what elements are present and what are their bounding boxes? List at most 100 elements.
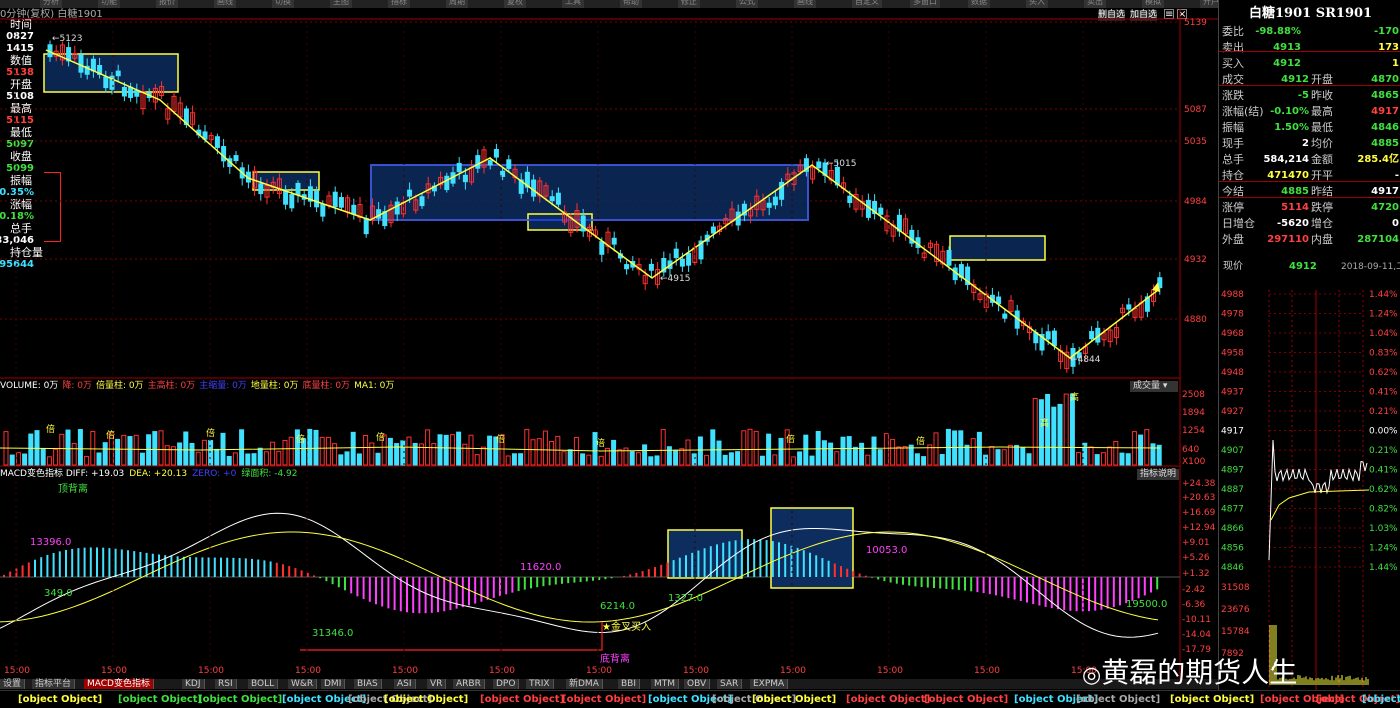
indicator-explain-button[interactable]: 指标说明 xyxy=(1137,469,1180,480)
quote-value: 297110 xyxy=(1267,234,1309,245)
volume-bar xyxy=(77,429,83,466)
volume-legend-item: 倍量柱: 0万 xyxy=(95,381,144,391)
tab-trix[interactable]: TRIX xyxy=(526,679,554,689)
volume-bar xyxy=(468,434,474,466)
mini-vol-tick: 31508 xyxy=(1221,583,1250,593)
volume-bar xyxy=(375,452,381,466)
x-tick-label: 15:00 xyxy=(392,666,418,676)
x-tick-label: 15:00 xyxy=(295,666,321,676)
volume-bar xyxy=(34,430,40,466)
candle xyxy=(314,190,320,208)
volume-bar xyxy=(232,452,238,466)
volume-bar xyxy=(257,447,263,466)
candle xyxy=(134,89,140,97)
volume-bar xyxy=(133,434,139,466)
volume-bar xyxy=(753,430,759,466)
tab-mtm[interactable]: MTM xyxy=(651,679,680,689)
volume-bar xyxy=(363,435,369,466)
mini-pct-tick: 1.44% xyxy=(1369,563,1398,573)
tab-指标平台[interactable]: 指标平台 xyxy=(32,679,76,689)
candle xyxy=(444,175,450,191)
quote-label: 总手 xyxy=(1222,153,1244,166)
x-tick-label: 15:00 xyxy=(974,666,1000,676)
tab-设置[interactable]: 设置 xyxy=(0,679,26,689)
tab-asi[interactable]: ASI xyxy=(394,679,416,689)
mini-pct-tick: 1.24% xyxy=(1369,310,1398,320)
candle xyxy=(648,263,654,271)
quote-value: -170 xyxy=(1373,26,1399,37)
volume-bar xyxy=(1032,397,1038,466)
macd-y-tick: -2.42 xyxy=(1182,585,1205,595)
volume-bar xyxy=(177,442,183,466)
macd-label: 19500.0 xyxy=(1126,599,1167,610)
candle xyxy=(487,160,493,166)
watermark-text: 黄磊的期货人生 xyxy=(1101,656,1298,689)
volume-mark-label: 倍 xyxy=(376,431,385,443)
extreme-price-label: ←4844 xyxy=(1070,355,1101,365)
volume-bar xyxy=(96,452,102,466)
candle xyxy=(946,249,952,266)
volume-indicator-select[interactable]: 成交量 ▾ xyxy=(1130,381,1178,392)
tab-dmi[interactable]: DMI xyxy=(321,679,346,689)
tab-bbi[interactable]: BBI xyxy=(618,679,641,689)
quote-label: 现手 xyxy=(1222,137,1244,150)
volume-bar xyxy=(580,453,586,466)
volume-bar xyxy=(84,455,90,466)
volume-bar xyxy=(865,454,871,466)
macd-legend-item: DEA: +20.13 xyxy=(129,469,188,479)
volume-mark-label: 倍 xyxy=(46,423,55,435)
macd-label: 6214.0 xyxy=(600,601,635,612)
tab-新dma[interactable]: 新DMA xyxy=(566,679,603,689)
tab-boll[interactable]: BOLL xyxy=(248,679,279,689)
volume-legend-item: MA1: 0万 xyxy=(354,381,395,391)
macd-y-tick: +5.26 xyxy=(1182,553,1210,563)
tab-w&r[interactable]: W&R xyxy=(288,679,318,689)
volume-y-tick: 1894 xyxy=(1182,408,1205,418)
mini-y-tick: 4958 xyxy=(1221,349,1244,359)
tab-kdj[interactable]: KDJ xyxy=(182,679,205,689)
volume-bar xyxy=(654,455,660,466)
candle xyxy=(1126,304,1132,310)
volume-legend-item: 底量柱: 0万 xyxy=(302,381,351,391)
index-status-bar: [object Object] [object Object] [object Ob… xyxy=(0,690,1400,708)
status-value: [object Object] xyxy=(198,694,283,705)
trading-terminal: 分析 功能 报价 画线 切换 主图 指标 周期 复权 工具 帮助 修正 公式 画线 自定义 多窗口 数据 买入 卖出… xyxy=(0,0,1400,708)
volume-bar xyxy=(332,443,338,466)
tab-rsi[interactable]: RSI xyxy=(215,679,237,689)
volume-bar xyxy=(1014,444,1020,466)
extreme-price-label: ←4915 xyxy=(660,274,690,284)
volume-bar xyxy=(1150,443,1156,466)
volume-bar xyxy=(542,430,548,466)
tab-bias[interactable]: BIAS xyxy=(354,679,382,689)
tab-expma[interactable]: EXPMA xyxy=(750,679,789,689)
mini-pct-tick: 1.03% xyxy=(1369,524,1398,534)
tab-vr[interactable]: VR xyxy=(427,679,447,689)
tab-dpo[interactable]: DPO xyxy=(493,679,520,689)
volume-bar xyxy=(431,443,437,466)
tab-sar[interactable]: SAR xyxy=(717,679,743,689)
tab-arbr[interactable]: ARBR xyxy=(453,679,485,689)
volume-bar xyxy=(46,456,52,466)
candle xyxy=(363,217,369,235)
volume-mark-label: 倍 xyxy=(296,433,305,445)
volume-bar xyxy=(871,436,877,466)
quote-label: 今结 xyxy=(1222,185,1244,198)
volume-bar xyxy=(406,436,412,466)
volume-bar xyxy=(1038,399,1044,466)
volume-bar xyxy=(15,452,21,466)
price-value: 4912 xyxy=(1289,261,1317,272)
volume-bar xyxy=(704,454,710,466)
volume-bar xyxy=(1069,393,1075,466)
candle xyxy=(599,241,605,255)
candle xyxy=(121,86,127,97)
volume-bar xyxy=(859,442,865,466)
volume-bar xyxy=(834,451,840,466)
tab-macd变色指标[interactable]: MACD变色指标 xyxy=(84,679,154,689)
tab-obv[interactable]: OBV xyxy=(684,679,711,689)
volume-mark-label: 高 xyxy=(1070,391,1079,403)
volume-bar xyxy=(852,446,858,466)
candle xyxy=(1002,313,1008,319)
volume-bar xyxy=(313,429,319,466)
mini-y-tick: 4978 xyxy=(1221,310,1244,320)
volume-bar xyxy=(567,449,573,466)
